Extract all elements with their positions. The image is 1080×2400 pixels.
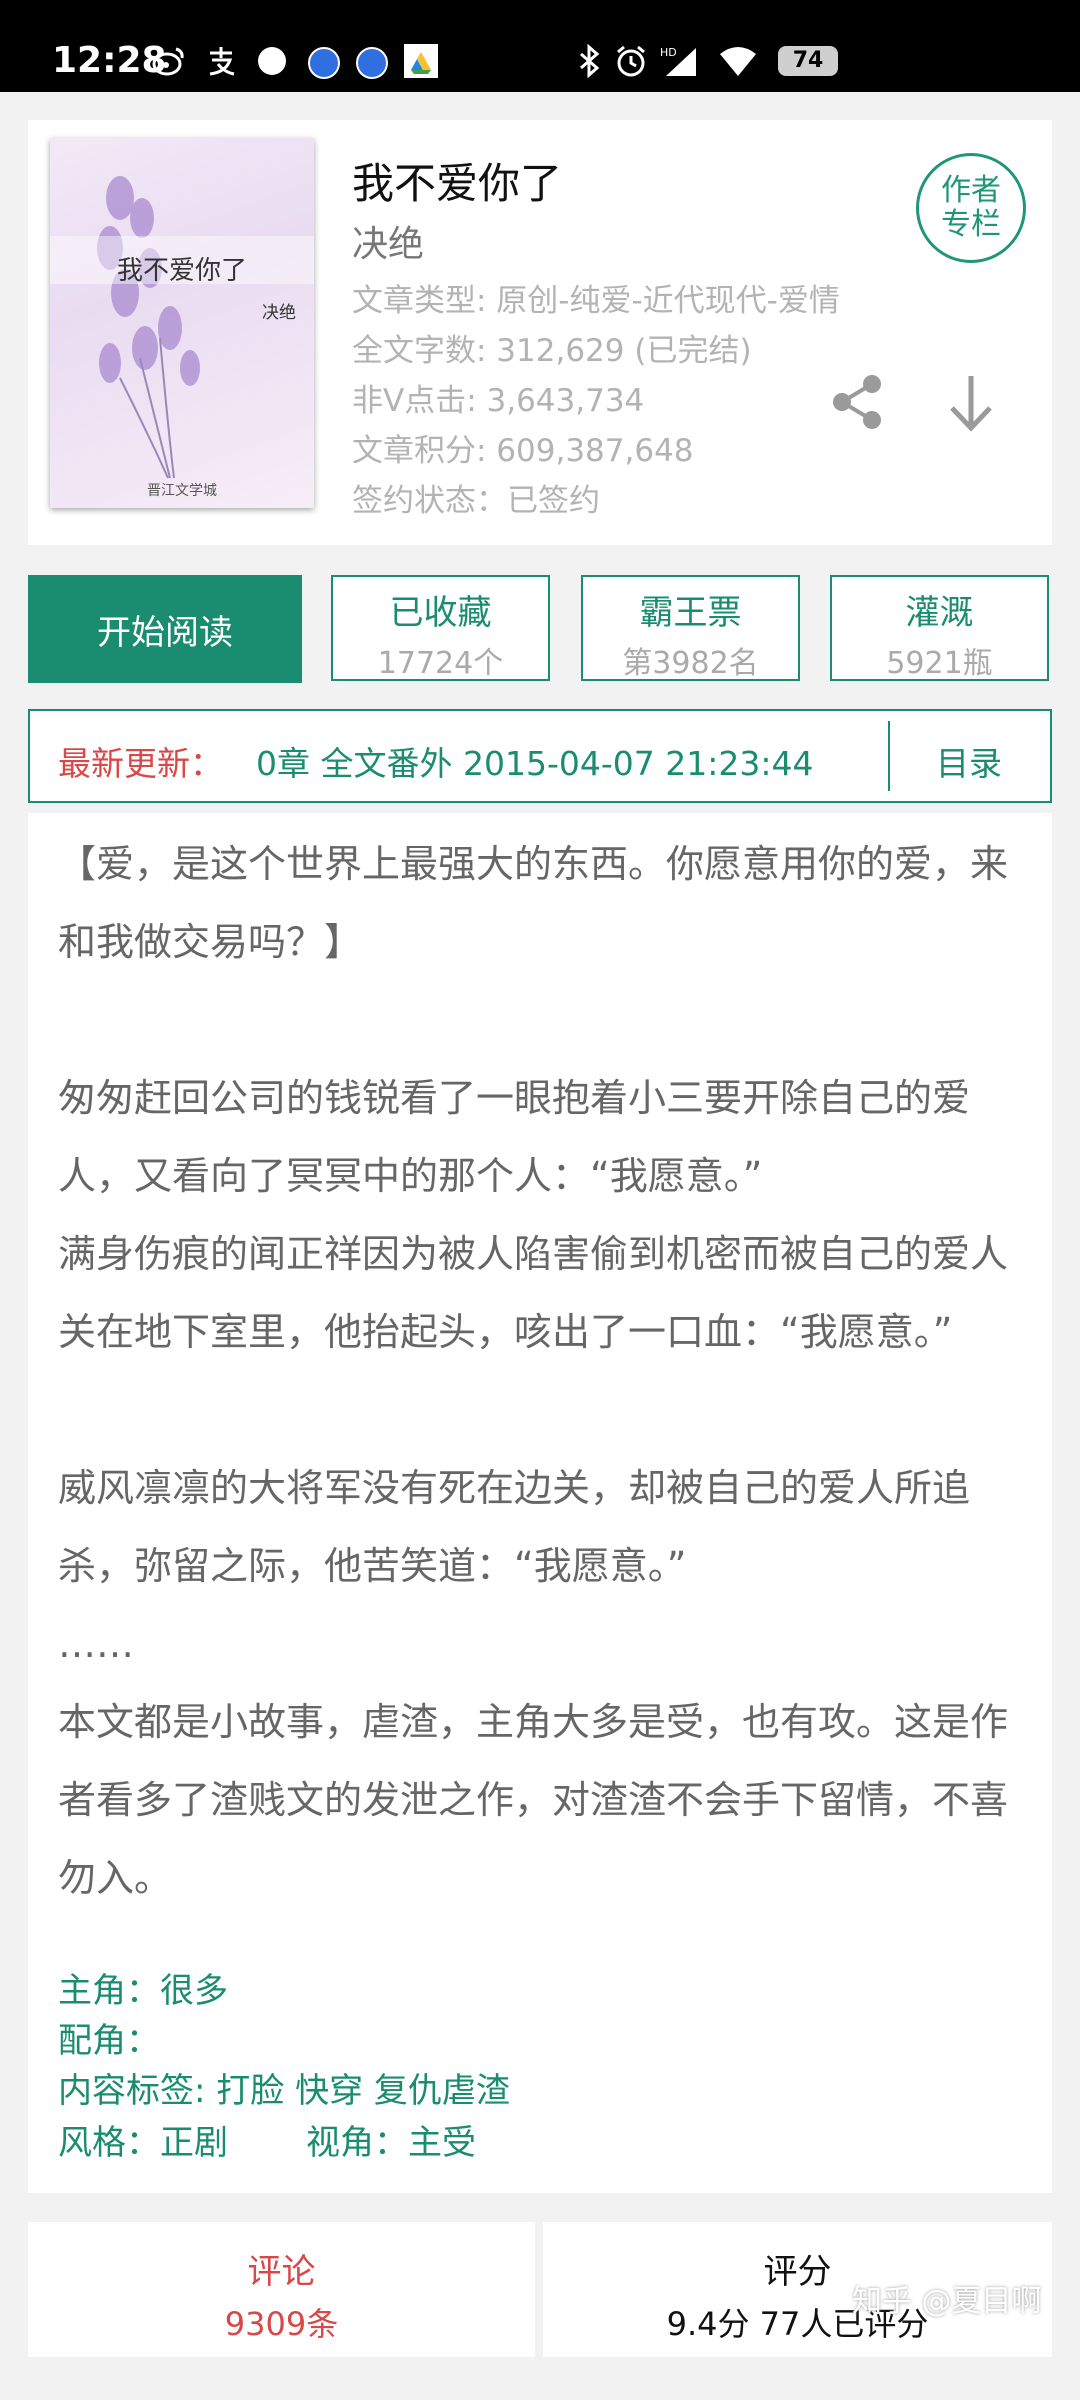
favorite-button[interactable]: 已收藏 17724个 [331,575,550,681]
comments-count: 9309条 [224,2305,339,2343]
download-icon[interactable] [944,370,998,434]
intro-paragraph: 匆匆赶回公司的钱锐看了一眼抱着小三要开除自己的爱人，又看向了冥冥中的那个人：“我… [58,1076,971,1198]
app-notification-icon [258,47,286,75]
intro-paragraph: 本文都是小故事，虐渣，主角大多是受，也有攻。这是作者看多了渣贱文的发泄之作，对渣… [58,1700,1009,1900]
meta-genre: 文章类型: 原创-纯爱-近代现代-爱情 [352,283,840,319]
drive-icon [404,44,438,78]
alarm-icon [617,45,645,77]
author-column-line1: 作者 [941,173,1001,208]
svg-text:HD: HD [660,46,677,59]
protagonist-line: 主角：很多 [58,1971,228,2011]
intro-paragraph: 满身伤痕的闻正祥因为被人陷害偷到机密而被自己的爱人关在地下室里，他抬起头，咳出了… [58,1232,1009,1354]
battery-indicator: 74 [778,46,838,76]
latest-update-text[interactable]: 0章 全文番外 2015-04-07 21:23:44 [256,737,813,785]
status-time: 12:28 [52,40,167,81]
nutrient-button[interactable]: 灌溉 5921瓶 [830,575,1049,681]
book-title: 我不爱你了 [352,159,563,208]
latest-update-bar[interactable]: 最新更新： 0章 全文番外 2015-04-07 21:23:44 目录 [28,709,1052,803]
intro-paragraph: 威风凛凛的大将军没有死在边关，却被自己的爱人所追杀，弥留之际，他苦笑道：“我愿意… [58,1466,971,1588]
book-author[interactable]: 决绝 [352,215,424,267]
cover-publisher: 晋江文学城 [147,483,217,499]
status-bar: 12:28 HD 74 [0,0,1080,92]
comments-button[interactable]: 评论 9309条 [28,2222,535,2357]
meta-contract-status: 签约状态：已签约 [352,483,600,519]
intro-paragraph: …… [58,1622,134,1666]
nutrient-label: 灌溉 [905,593,974,633]
app-notification-icon [356,47,388,79]
table-of-contents-button[interactable]: 目录 [936,737,1002,785]
alipay-icon [209,47,235,76]
share-icon[interactable] [828,372,888,432]
zhihu-watermark: 知乎 @夏目啊 [852,2284,1042,2319]
divider [888,721,890,791]
lavender-illustration [50,176,314,479]
supporting-line: 配角： [58,2021,160,2061]
perspective-line: 视角：主受 [306,2123,476,2163]
signal-icon: HD [660,46,696,76]
ticket-rank: 第3982名 [622,646,759,681]
author-column-button[interactable]: 作者 专栏 [916,153,1026,263]
cover-author: 决绝 [262,303,296,323]
meta-clicks: 非Ⅴ点击: 3,643,734 [352,383,645,419]
favorite-count: 17724个 [377,646,504,681]
style-line: 风格：正剧 [58,2123,228,2163]
ticket-label: 霸王票 [639,593,742,633]
book-cover[interactable]: 我不爱你了 决绝 晋江文学城 [50,138,314,508]
content-tags-line[interactable]: 内容标签: 打脸 快穿 复仇虐渣 [58,2063,510,2112]
favorite-label: 已收藏 [389,593,492,633]
wifi-icon [720,47,756,76]
meta-word-count: 全文字数: 312,629 (已完结) [352,333,752,369]
start-reading-button[interactable]: 开始阅读 [28,575,302,683]
latest-update-label: 最新更新： [58,744,223,783]
weibo-icon [152,47,184,76]
app-notification-icon [308,47,340,79]
bluetooth-icon [580,44,600,78]
comments-label: 评论 [247,2252,316,2292]
intro-paragraph: 【爱，是这个世界上最强大的东西。你愿意用你的爱，来和我做交易吗？】 [58,842,1009,964]
meta-score: 文章积分: 609,387,648 [352,433,694,469]
ticket-button[interactable]: 霸王票 第3982名 [581,575,800,681]
author-column-line2: 专栏 [941,207,1001,242]
book-introduction: 【爱，是这个世界上最强大的东西。你愿意用你的爱，来和我做交易吗？】 匆匆赶回公司… [28,813,1052,2193]
nutrient-count: 5921瓶 [886,646,993,681]
cover-title: 我不爱你了 [116,256,247,286]
